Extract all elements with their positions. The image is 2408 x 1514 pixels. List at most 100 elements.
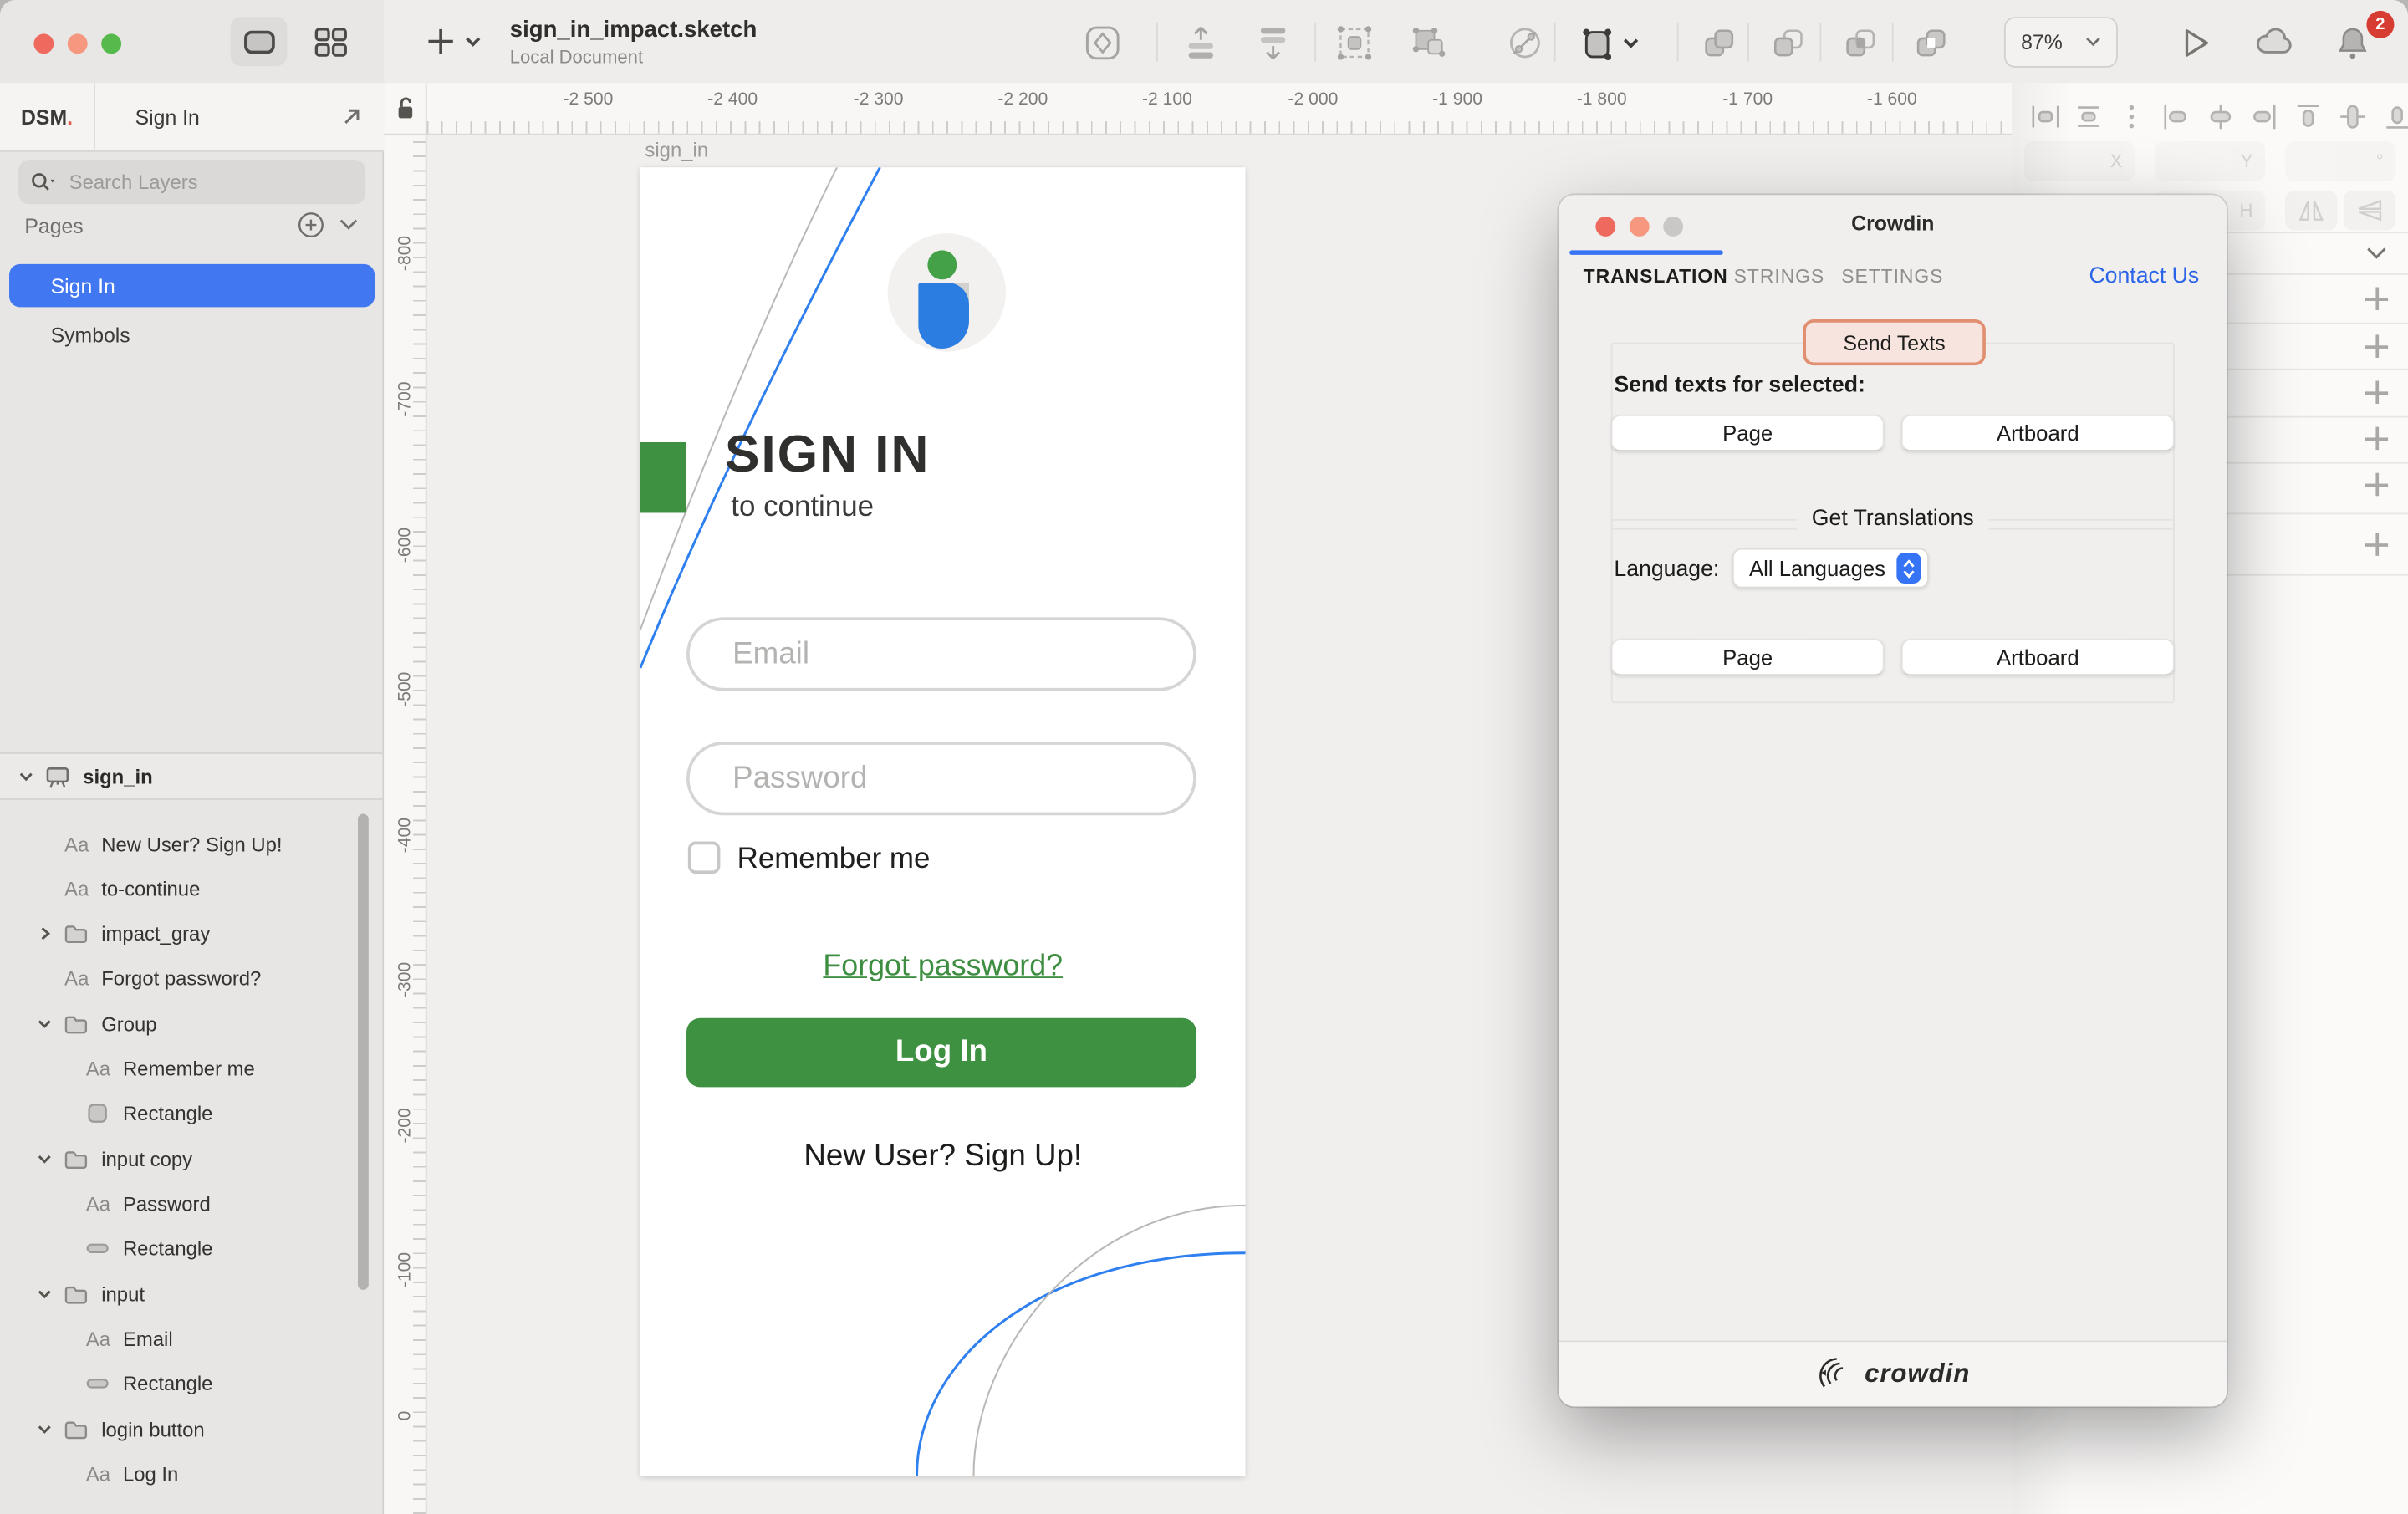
add-style-icon[interactable] xyxy=(2365,381,2389,405)
tab-translation[interactable]: TRANSLATION xyxy=(1584,266,1728,288)
layer-row[interactable]: AaLog In xyxy=(0,1451,382,1496)
layer-row[interactable]: AaEmail xyxy=(0,1316,382,1360)
rotation-field[interactable]: ° xyxy=(2285,141,2395,181)
search-icon xyxy=(31,172,57,192)
layer-row[interactable]: input xyxy=(0,1272,382,1316)
layer-row[interactable]: impact_gray xyxy=(0,910,382,955)
folder-icon xyxy=(63,1012,89,1034)
password-field[interactable] xyxy=(686,742,1196,815)
alignment-toolbar[interactable] xyxy=(2027,99,2408,136)
flip-vertical-button[interactable] xyxy=(2344,191,2395,231)
create-symbol-button[interactable] xyxy=(1084,24,1121,69)
section-collapse-icon[interactable] xyxy=(2365,246,2389,261)
get-translations-title: Get Translations xyxy=(1559,507,2227,531)
grid-view-button[interactable] xyxy=(301,17,358,66)
language-select[interactable]: All Languages xyxy=(1732,548,1929,589)
preview-button[interactable] xyxy=(2181,26,2212,68)
move-backward-button[interactable] xyxy=(1255,24,1292,69)
add-page-icon[interactable] xyxy=(298,212,324,237)
layer-row[interactable]: input copy xyxy=(0,1136,382,1180)
email-input[interactable] xyxy=(690,620,1193,688)
active-tab-underline xyxy=(1569,250,1723,255)
intersect-button[interactable] xyxy=(1841,24,1878,69)
layer-row[interactable]: Rectangle xyxy=(0,1090,382,1134)
minimize-window-button[interactable] xyxy=(68,33,88,54)
intersect-icon xyxy=(1841,24,1878,61)
flip-horizontal-icon xyxy=(2298,200,2325,222)
add-style-icon[interactable] xyxy=(2365,533,2389,556)
send-page-button[interactable]: Page xyxy=(1611,415,1885,451)
sketch-app-window: sign_in_impact.sketch Local Document xyxy=(0,0,2408,1514)
difference-button[interactable] xyxy=(1912,24,1949,69)
page-item-symbols[interactable]: Symbols xyxy=(9,314,375,356)
text-layer-icon: Aa xyxy=(86,1191,110,1215)
layer-row[interactable]: Aato-continue xyxy=(0,866,382,910)
tab-strings[interactable]: STRINGS xyxy=(1734,266,1824,288)
group-button[interactable] xyxy=(1336,24,1373,69)
chevron-down-icon[interactable] xyxy=(37,1421,52,1436)
toggle-canvas-view-button[interactable] xyxy=(231,17,288,66)
layer-row[interactable]: Group xyxy=(0,1002,382,1046)
layer-row[interactable]: Rectangle xyxy=(0,1226,382,1270)
flip-horizontal-button[interactable] xyxy=(2285,191,2337,231)
layer-row[interactable]: login button xyxy=(0,1406,382,1450)
chevron-down-icon[interactable] xyxy=(37,1016,52,1031)
y-position-field[interactable]: Y xyxy=(2155,141,2265,181)
union-button[interactable] xyxy=(1700,24,1737,69)
send-texts-button[interactable]: Send Texts xyxy=(1803,319,1986,365)
tab-dsm[interactable]: DSM. xyxy=(0,83,95,152)
search-layers-field[interactable] xyxy=(18,160,365,204)
mask-button[interactable] xyxy=(1507,24,1543,69)
add-style-icon[interactable] xyxy=(2365,334,2389,358)
sign-up-text[interactable]: New User? Sign Up! xyxy=(640,1139,1246,1175)
move-forward-icon xyxy=(1182,24,1219,61)
add-style-icon[interactable] xyxy=(2365,287,2389,310)
pages-collapse-icon[interactable] xyxy=(339,218,358,232)
tab-settings[interactable]: SETTINGS xyxy=(1841,266,1943,288)
group-icon xyxy=(1336,24,1373,61)
close-window-button[interactable] xyxy=(33,33,54,54)
email-field[interactable] xyxy=(686,617,1196,691)
line-layer-icon xyxy=(86,1378,110,1389)
layer-row[interactable]: AaPassword xyxy=(0,1180,382,1225)
log-in-button[interactable]: Log In xyxy=(686,1018,1196,1088)
contact-us-link[interactable]: Contact Us xyxy=(2089,264,2199,288)
layer-row[interactable]: AaForgot password? xyxy=(0,955,382,999)
scale-icon xyxy=(1582,24,1640,61)
cloud-share-button[interactable] xyxy=(2254,28,2294,64)
layer-row[interactable]: AaNew User? Sign Up! xyxy=(0,822,382,866)
page-item-sign-in[interactable]: Sign In xyxy=(9,264,375,307)
layer-artboard-root[interactable]: sign_in xyxy=(0,752,382,800)
zoom-window-button[interactable] xyxy=(101,33,121,54)
notifications-button[interactable] xyxy=(2336,26,2370,68)
layer-row[interactable]: Rectangle xyxy=(0,1360,382,1404)
insert-button[interactable] xyxy=(427,28,482,63)
password-input[interactable] xyxy=(690,745,1193,813)
chevron-right-icon[interactable] xyxy=(38,925,53,941)
sidebar-scrollbar[interactable] xyxy=(358,813,369,1289)
get-artboard-button[interactable]: Artboard xyxy=(1901,639,2175,675)
zoom-level-dropdown[interactable]: 87% xyxy=(2004,17,2118,68)
subtract-button[interactable] xyxy=(1769,24,1806,69)
chevron-down-icon[interactable] xyxy=(18,768,33,783)
search-layers-input[interactable] xyxy=(66,169,327,195)
align-right-icon xyxy=(2254,105,2274,129)
get-page-button[interactable]: Page xyxy=(1611,639,1885,675)
forgot-password-link[interactable]: Forgot password? xyxy=(640,949,1246,984)
chevron-down-icon[interactable] xyxy=(37,1151,52,1166)
scale-button[interactable] xyxy=(1582,24,1640,69)
external-arrow-icon[interactable] xyxy=(341,106,363,128)
artboard[interactable]: SIGN IN to continue Remember me Forgot p… xyxy=(640,167,1246,1476)
ungroup-button[interactable] xyxy=(1410,24,1446,69)
play-icon xyxy=(2181,26,2212,59)
send-section-label: Send texts for selected: xyxy=(1614,373,1865,397)
chevron-down-icon[interactable] xyxy=(37,1286,52,1301)
remember-me-checkbox[interactable] xyxy=(688,842,721,874)
add-style-icon[interactable] xyxy=(2365,473,2389,497)
add-style-icon[interactable] xyxy=(2365,427,2389,451)
artboard-title[interactable]: sign_in xyxy=(645,138,708,161)
layer-row[interactable]: AaRemember me xyxy=(0,1046,382,1090)
send-artboard-button[interactable]: Artboard xyxy=(1901,415,2175,451)
text-layer-icon: Aa xyxy=(86,1327,110,1350)
move-forward-button[interactable] xyxy=(1182,24,1219,69)
